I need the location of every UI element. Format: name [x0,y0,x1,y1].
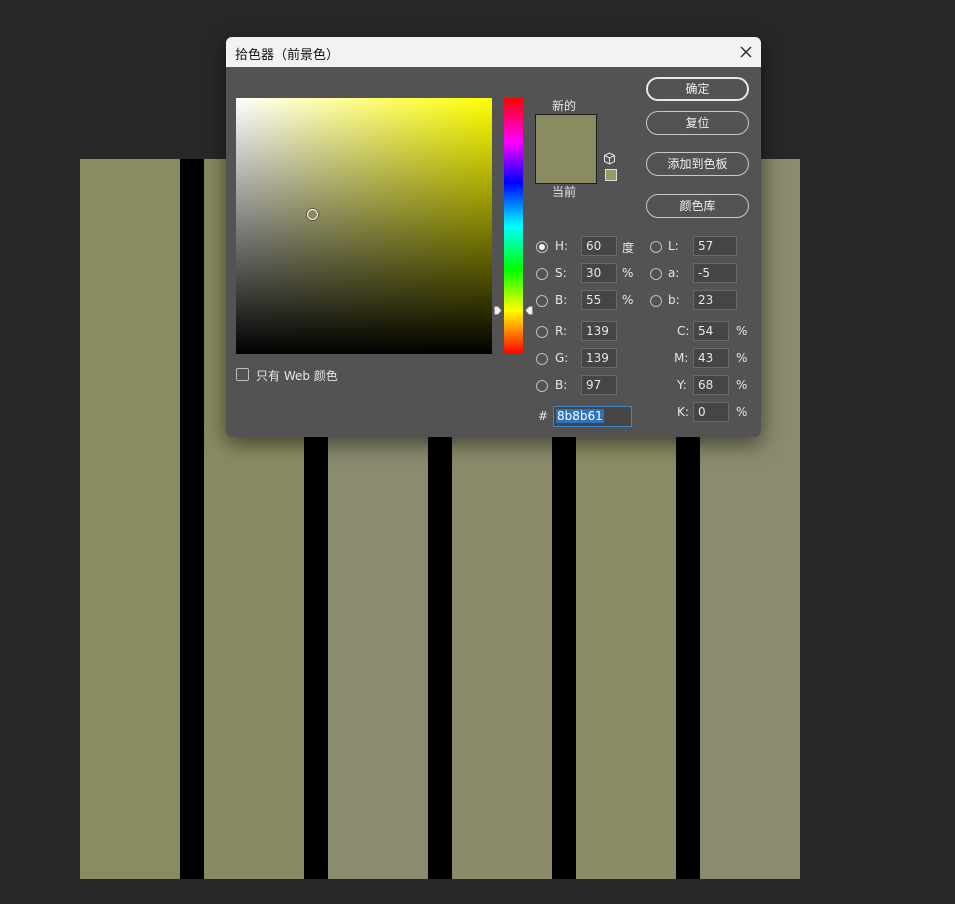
add-to-swatches-button[interactable]: 添加到色板 [646,152,749,176]
lab-b-input[interactable]: 23 [693,290,737,310]
lab-b-radio[interactable] [650,295,662,307]
saturation-brightness-field[interactable] [236,98,492,354]
dialog-title: 拾色器（前景色） [235,48,340,63]
lab-l-label: L: [668,239,679,253]
hue-unit: 度 [622,241,635,255]
hue-radio[interactable] [536,241,548,253]
green-label: G: [555,351,569,365]
lab-a-input[interactable]: -5 [693,263,737,283]
green-input[interactable]: 139 [581,348,617,368]
web-colors-only-checkbox[interactable] [236,368,249,381]
lab-b-label: b: [668,293,680,307]
color-selection-marker[interactable] [307,209,318,220]
lab-a-radio[interactable] [650,268,662,280]
yellow-unit: % [736,378,748,392]
lab-l-input[interactable]: 57 [693,236,737,256]
red-input[interactable]: 139 [581,321,617,341]
cyan-unit: % [736,324,748,338]
out-of-gamut-cube-icon[interactable] [603,152,616,165]
new-color-label: 新的 [552,99,577,113]
magenta-unit: % [736,351,748,365]
hex-value-selected: 8b8b61 [556,409,604,423]
brightness-input[interactable]: 55 [581,290,617,310]
saturation-radio[interactable] [536,268,548,280]
current-color-swatch[interactable] [536,149,596,183]
hue-slider-left-arrow-icon[interactable] [494,306,502,315]
magenta-label: M: [674,351,689,365]
brightness-unit: % [622,293,634,307]
black-unit: % [736,405,748,419]
lab-l-radio[interactable] [650,241,662,253]
blue-radio[interactable] [536,380,548,392]
color-picker-dialog: 拾色器（前景色） 新的 当前 确定 复位 添加到色板 颜色库 H: 60 度 S… [226,37,761,437]
green-radio[interactable] [536,353,548,365]
saturation-input[interactable]: 30 [581,263,617,283]
web-safe-color-swatch[interactable] [605,169,617,181]
red-radio[interactable] [536,326,548,338]
hue-input[interactable]: 60 [581,236,617,256]
hue-slider[interactable] [504,98,523,354]
lab-a-label: a: [668,266,680,280]
saturation-label: S: [555,266,567,280]
cyan-input[interactable]: 54 [693,321,729,341]
hex-label: # [538,409,549,423]
web-colors-only-label: 只有 Web 颜色 [256,369,338,383]
black-input[interactable]: 0 [693,402,729,422]
dialog-titlebar[interactable]: 拾色器（前景色） [226,37,761,67]
hex-input[interactable]: 8b8b61 [553,406,632,427]
black-label: K: [677,405,689,419]
brightness-label: B: [555,293,568,307]
saturation-unit: % [622,266,634,280]
close-icon [740,46,752,58]
blue-label: B: [555,378,568,392]
red-label: R: [555,324,568,338]
ok-button[interactable]: 确定 [646,77,749,101]
yellow-input[interactable]: 68 [693,375,729,395]
current-color-label: 当前 [552,185,577,199]
color-preview [535,114,597,184]
hue-label: H: [555,239,569,253]
reset-button[interactable]: 复位 [646,111,749,135]
hue-slider-right-arrow-icon[interactable] [525,306,533,315]
color-libraries-button[interactable]: 颜色库 [646,194,749,218]
new-color-swatch [536,115,596,149]
blue-input[interactable]: 97 [581,375,617,395]
magenta-input[interactable]: 43 [693,348,729,368]
yellow-label: Y: [677,378,687,392]
canvas-black-bar [180,159,204,879]
cyan-label: C: [677,324,690,338]
close-button[interactable] [731,37,761,67]
brightness-radio[interactable] [536,295,548,307]
canvas-stripe [80,159,180,879]
